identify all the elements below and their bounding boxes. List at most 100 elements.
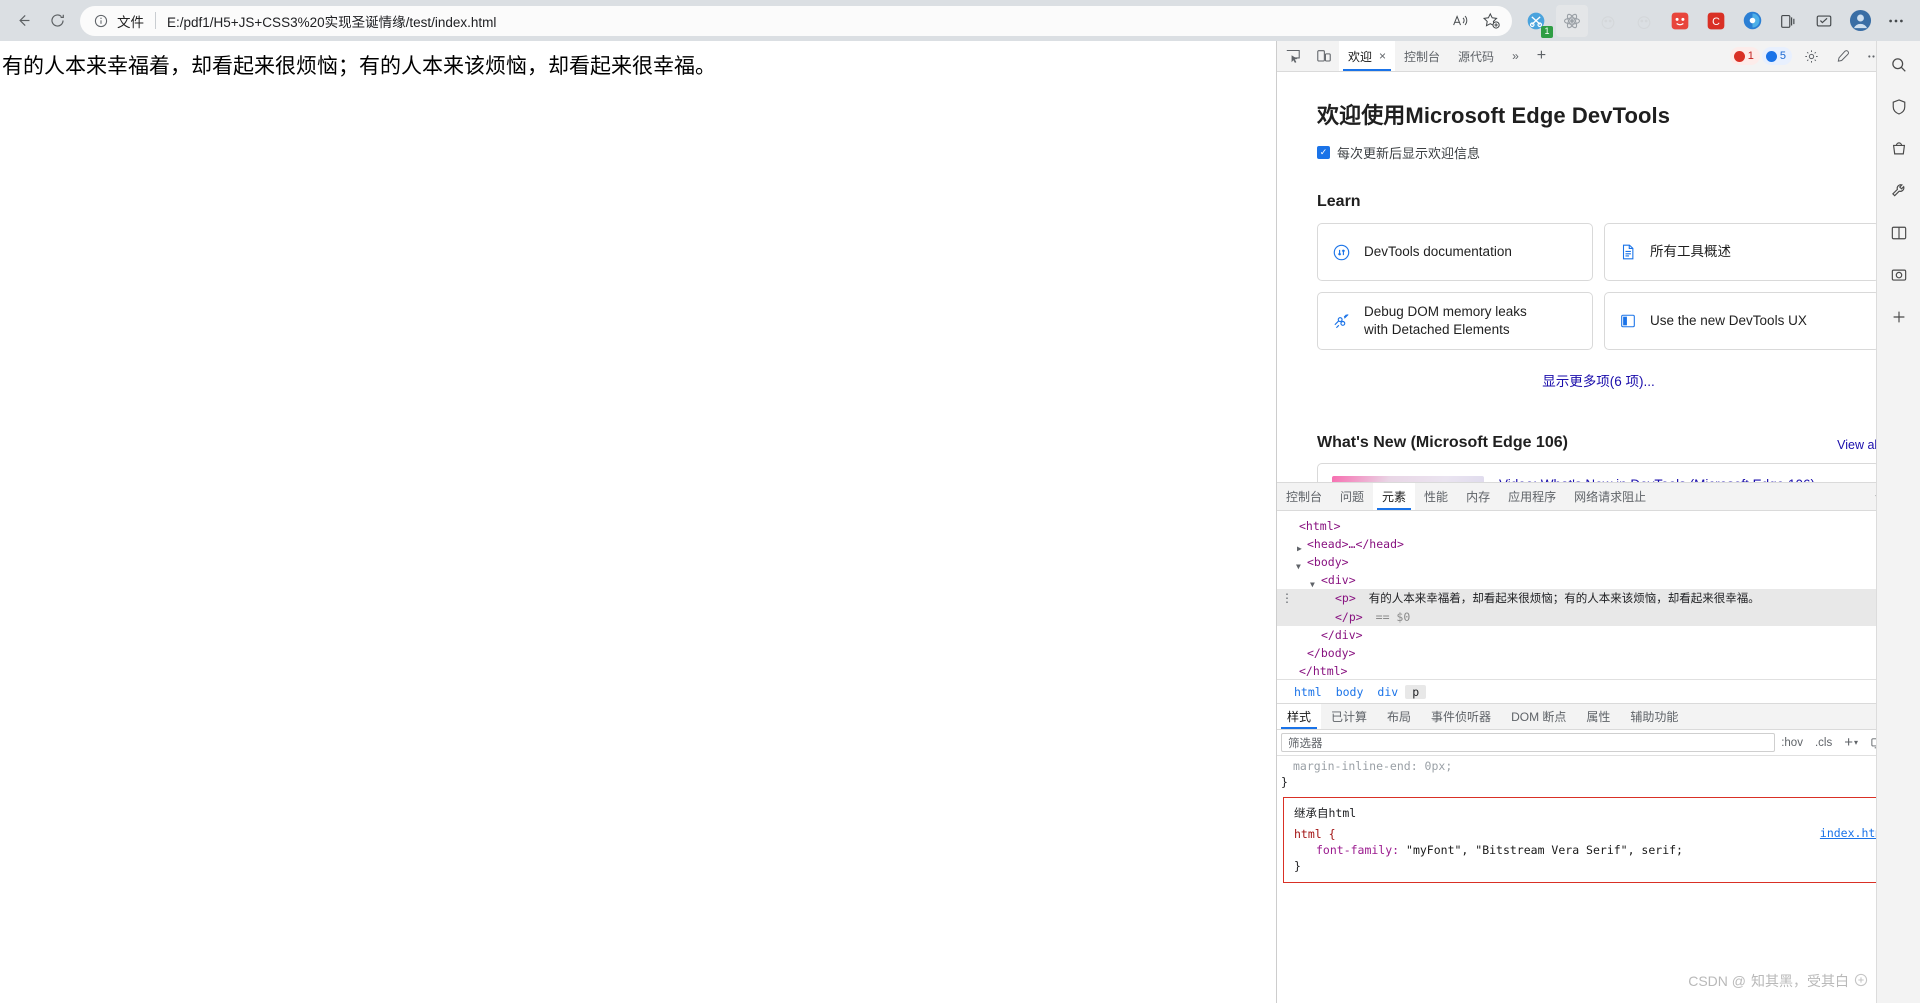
warning-count-label: 5 (1779, 50, 1786, 62)
add-favorite-icon[interactable] (1476, 8, 1506, 34)
c-extension-icon[interactable]: C (1700, 5, 1732, 37)
panel-tab-memory[interactable]: 内存 (1457, 483, 1499, 510)
sci-hub-extension-icon[interactable]: 1 (1520, 5, 1553, 38)
panel-tab-performance[interactable]: 性能 (1415, 483, 1457, 510)
css-closing-brace: } (1294, 859, 1301, 873)
watermark: CSDN @ 知其黑，受其白 (1688, 971, 1868, 991)
dom-row-html-close[interactable]: </html> (1277, 662, 1920, 679)
dom-row-div-close[interactable]: </div> (1277, 626, 1920, 644)
learn-section-title: Learn (1317, 193, 1361, 210)
cls-toggle-button[interactable]: .cls (1809, 732, 1838, 754)
snapshot-icon[interactable] (1885, 261, 1913, 289)
tab-welcome[interactable]: 欢迎 × (1339, 41, 1396, 71)
red-extension-icon[interactable] (1664, 5, 1696, 37)
tab-console[interactable]: 控制台 (1395, 41, 1449, 71)
welcome-panel: 欢迎使用Microsoft Edge DevTools ✓ 每次更新后显示欢迎信… (1277, 72, 1920, 482)
address-bar[interactable]: 文件 E:/pdf1/H5+JS+CSS3%20实现圣诞情缘/test/inde… (80, 5, 1512, 36)
panel-tab-issues[interactable]: 问题 (1331, 483, 1373, 510)
add-sidebar-icon[interactable] (1885, 303, 1913, 331)
styles-tab-event-listeners[interactable]: 事件侦听器 (1421, 704, 1501, 729)
styles-tab-layout[interactable]: 布局 (1377, 704, 1421, 729)
reload-button[interactable] (40, 5, 74, 37)
dom-row-p-text-content: 有的人本来幸福着，却看起来很烦恼；有的人本来该烦恼，却看起来很幸福。 (1368, 593, 1760, 605)
blue-circle-extension-icon[interactable] (1736, 5, 1768, 37)
dom-row-html-open[interactable]: <html> (1277, 517, 1920, 535)
styles-tab-dom-breakpoints[interactable]: DOM 断点 (1501, 704, 1576, 729)
inactive-extension-icon-1[interactable] (1592, 5, 1624, 37)
styles-tab-layout-label: 布局 (1387, 710, 1412, 724)
css-declaration-font-family[interactable]: font-family: "myFont", "Bitstream Vera S… (1294, 842, 1903, 858)
shopping-icon[interactable] (1885, 135, 1913, 163)
node-menu-icon[interactable]: ⋮ (1281, 590, 1293, 606)
more-tabs-button[interactable]: » (1503, 41, 1528, 71)
card-new-devtools-ux[interactable]: Use the new DevTools UX (1604, 292, 1880, 351)
url-text[interactable]: E:/pdf1/H5+JS+CSS3%20实现圣诞情缘/test/index.h… (167, 11, 1446, 31)
inspect-element-icon[interactable] (1277, 41, 1308, 71)
customize-icon[interactable] (1827, 41, 1858, 71)
settings-more-icon[interactable] (1880, 5, 1912, 37)
show-welcome-checkbox[interactable]: ✓ (1317, 146, 1330, 159)
error-count-badge[interactable]: 1 (1729, 47, 1760, 65)
profile-icon[interactable] (1844, 5, 1876, 37)
dom-row-p-close[interactable]: </p> == $0 (1277, 608, 1920, 626)
show-welcome-checkbox-row[interactable]: ✓ 每次更新后显示欢迎信息 (1317, 143, 1880, 162)
dom-tree[interactable]: <html> ▶ <head>…</head> ▼ <body> ▼ <div>… (1277, 511, 1920, 679)
dom-row-div-open[interactable]: ▼ <div> (1277, 571, 1920, 589)
back-button[interactable] (6, 5, 40, 37)
chevron-down-icon[interactable]: ▾ (1854, 738, 1858, 747)
panel-tab-elements[interactable]: 元素 (1373, 483, 1416, 510)
cls-toggle-label: .cls (1814, 736, 1833, 749)
card-all-tools-overview[interactable]: 所有工具概述 (1604, 223, 1880, 281)
read-aloud-icon[interactable] (1446, 8, 1476, 34)
add-tab-button[interactable]: + (1528, 41, 1555, 71)
inactive-extension-icon-2[interactable] (1628, 5, 1660, 37)
hov-toggle-button[interactable]: :hov (1775, 732, 1809, 754)
breadcrumb-item-div[interactable]: div (1370, 685, 1405, 699)
panel-tab-console[interactable]: 控制台 (1277, 483, 1331, 510)
panel-tab-application[interactable]: 应用程序 (1499, 483, 1565, 510)
warning-count-badge[interactable]: 5 (1761, 47, 1792, 65)
styles-tab-computed[interactable]: 已计算 (1321, 704, 1377, 729)
css-property-name: font-family: (1316, 843, 1400, 857)
css-cut-off-declaration[interactable]: margin-inline-end: 0px; (1277, 756, 1920, 774)
dom-row-html-open-text: <html> (1299, 519, 1341, 533)
react-devtools-extension-icon[interactable] (1556, 4, 1588, 37)
site-info-icon[interactable] (92, 12, 110, 30)
card-devtools-documentation[interactable]: DevTools documentation (1317, 223, 1593, 281)
styles-filter-input[interactable]: 筛选器 (1281, 733, 1776, 752)
dom-row-body-close[interactable]: </body> (1277, 644, 1920, 662)
styles-body[interactable]: margin-inline-end: 0px; } 继承自html html {… (1277, 756, 1920, 1003)
tools-icon[interactable] (1885, 177, 1913, 205)
search-icon[interactable] (1885, 51, 1913, 79)
gear-icon[interactable] (1796, 41, 1827, 71)
breadcrumb-item-body[interactable]: body (1329, 685, 1371, 699)
card-debug-dom-memory-leaks[interactable]: Debug DOM memory leaks with Detached Ele… (1317, 292, 1593, 351)
view-all-link[interactable]: View all (1837, 438, 1880, 452)
panel-tab-network-request-blocking[interactable]: 网络请求阻止 (1565, 483, 1655, 510)
breadcrumb-item-html[interactable]: html (1287, 685, 1329, 699)
breadcrumb-item-p[interactable]: p (1405, 684, 1427, 699)
inherited-html-rule[interactable]: 继承自html html { font-family: "myFont", "B… (1283, 797, 1914, 883)
breadcrumb: html body div p (1277, 679, 1920, 703)
tab-welcome-close-icon[interactable]: × (1379, 49, 1386, 63)
browser-essentials-icon[interactable] (1808, 5, 1840, 37)
whats-new-video-link[interactable]: Video: What's New in DevTools (Microsoft… (1499, 476, 1815, 482)
collections-icon[interactable] (1772, 5, 1804, 37)
card-devtools-documentation-label: DevTools documentation (1364, 243, 1512, 259)
new-style-rule-button[interactable]: + ▾ (1838, 732, 1864, 754)
css-selector-line[interactable]: html { (1294, 826, 1903, 842)
dom-row-p-selected[interactable]: ⋮ <p> 有的人本来幸福着，却看起来很烦恼；有的人本来该烦恼，却看起来很幸福。 (1277, 589, 1920, 608)
shield-icon[interactable] (1885, 93, 1913, 121)
show-more-link[interactable]: 显示更多项(6 项)... (1542, 374, 1655, 389)
styles-tab-accessibility[interactable]: 辅助功能 (1620, 704, 1688, 729)
whats-new-card[interactable]: Video: What's New in DevTools (Microsoft… (1317, 463, 1880, 482)
styles-tab-styles[interactable]: 样式 (1277, 704, 1322, 729)
device-emulation-icon[interactable] (1308, 41, 1339, 71)
tab-sources[interactable]: 源代码 (1449, 41, 1503, 71)
styles-tab-properties[interactable]: 属性 (1576, 704, 1620, 729)
split-screen-icon[interactable] (1885, 219, 1913, 247)
dom-row-body-open[interactable]: ▼ <body> (1277, 553, 1920, 571)
edge-sidebar-rail (1876, 41, 1920, 1003)
dom-row-p-open-text: <p> (1335, 591, 1356, 605)
dom-row-head[interactable]: ▶ <head>…</head> (1277, 535, 1920, 553)
